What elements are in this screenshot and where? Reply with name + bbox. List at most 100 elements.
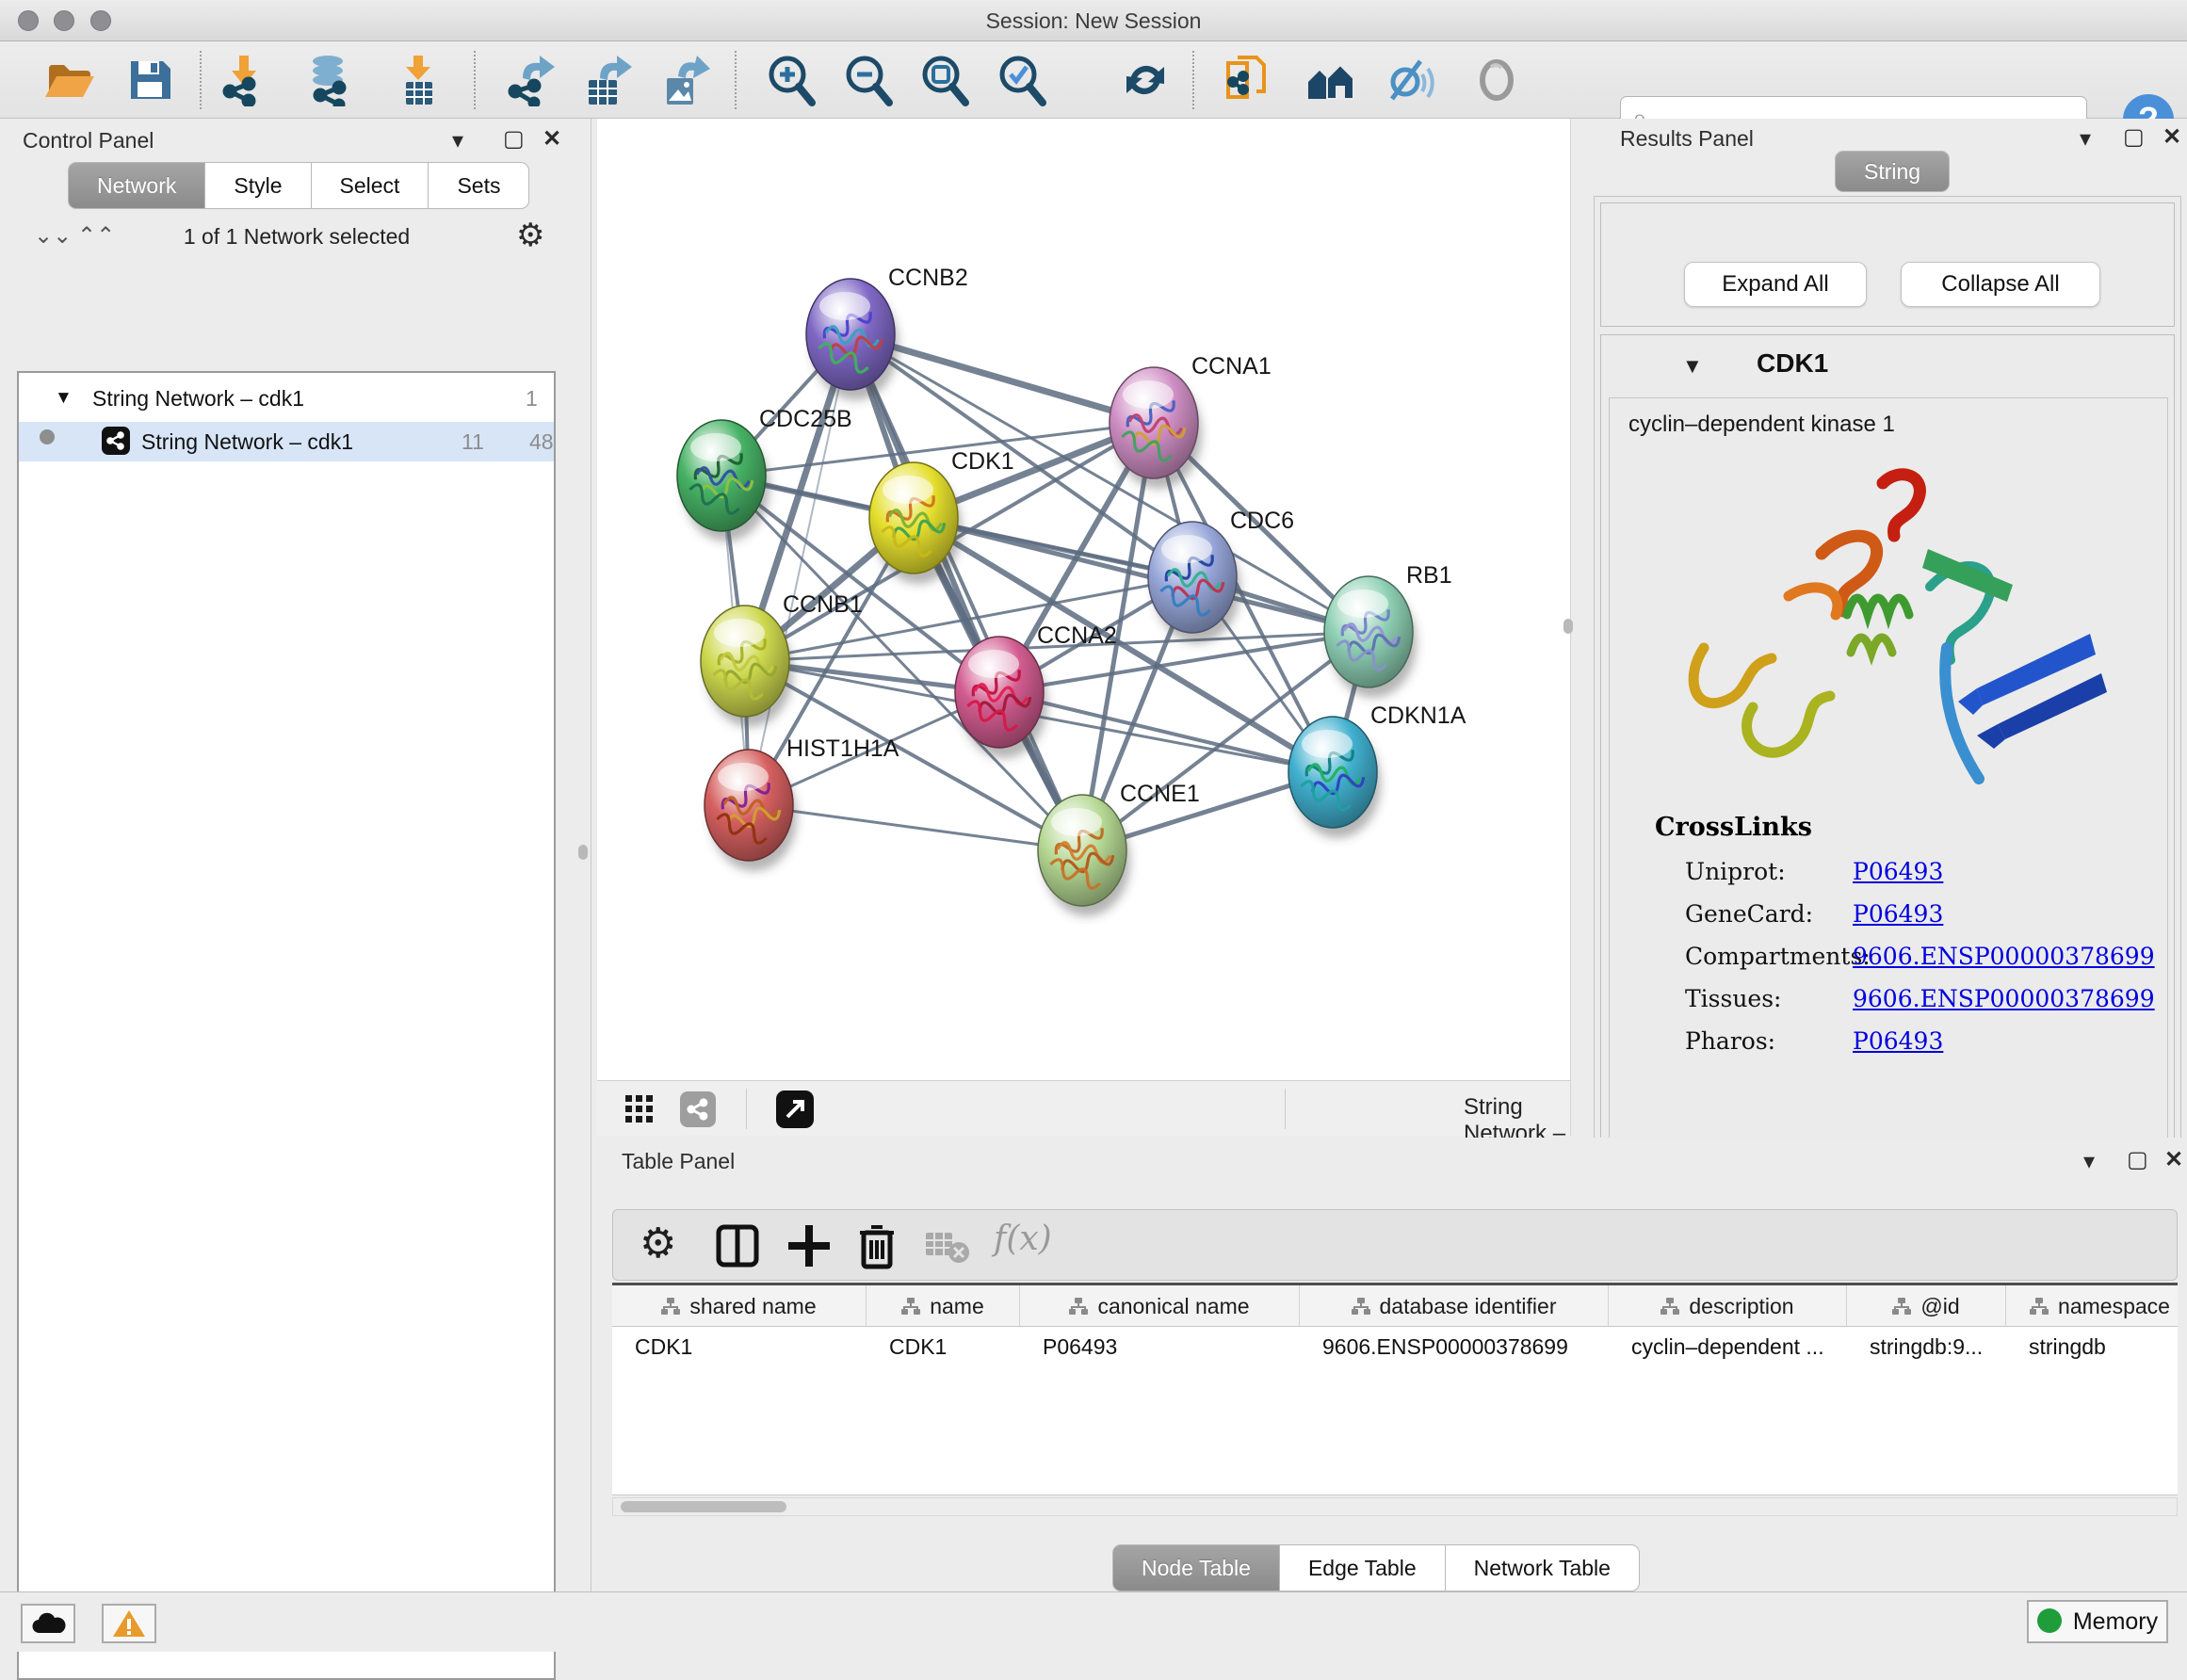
crosslink-link[interactable]: P06493 xyxy=(1853,1027,1943,1055)
node-label-CDKN1A[interactable]: CDKN1A xyxy=(1370,703,1466,729)
column-header-database-identifier[interactable]: database identifier xyxy=(1300,1285,1609,1327)
crosslink-link[interactable]: P06493 xyxy=(1853,858,1943,885)
float-panel-icon[interactable]: ▢ xyxy=(503,128,525,151)
import-network-icon[interactable] xyxy=(217,54,269,106)
collapse-all-icon[interactable]: ⌄⌄ xyxy=(34,222,72,250)
crosslink-link[interactable]: 9606.ENSP00000378699 xyxy=(1853,985,2155,1012)
export-image-icon[interactable] xyxy=(657,54,710,106)
cell-@id[interactable]: stringdb:9... xyxy=(1847,1327,2006,1366)
collection-expand-icon[interactable]: ▼ xyxy=(55,388,73,409)
crosslink-link[interactable]: 9606.ENSP00000378699 xyxy=(1853,943,2155,970)
tab-string[interactable]: String xyxy=(1835,151,1950,192)
minimize-window-icon[interactable] xyxy=(54,10,74,31)
crosslink-link[interactable]: P06493 xyxy=(1853,900,1943,928)
expand-all-button[interactable]: Expand All xyxy=(1684,262,1867,307)
cell-name[interactable]: CDK1 xyxy=(867,1327,1020,1366)
node-label-CDC6[interactable]: CDC6 xyxy=(1230,508,1294,534)
gene-detail-box: cyclin–dependent kinase 1 xyxy=(1609,397,2168,1141)
show-columns-icon[interactable] xyxy=(711,1220,764,1272)
close-panel-icon[interactable]: ✕ xyxy=(2164,1149,2183,1171)
string-home-icon[interactable] xyxy=(1304,54,1357,106)
export-network-icon[interactable] xyxy=(504,54,557,106)
refresh-view-icon[interactable] xyxy=(1119,54,1172,106)
table-settings-gear-icon[interactable]: ⚙ xyxy=(640,1220,692,1272)
node-label-CCNB2[interactable]: CCNB2 xyxy=(888,265,968,291)
node-label-CCNA2[interactable]: CCNA2 xyxy=(1037,622,1117,649)
import-network-from-database-icon[interactable] xyxy=(303,54,356,106)
vertical-splitter-handle[interactable] xyxy=(578,845,588,860)
import-table-icon[interactable] xyxy=(393,54,446,106)
float-panel-icon[interactable]: ▢ xyxy=(2123,126,2145,149)
detach-view-icon[interactable] xyxy=(776,1090,814,1128)
gear-icon[interactable]: ⚙ xyxy=(516,217,544,254)
column-header-name[interactable]: name xyxy=(867,1285,1020,1327)
network-canvas[interactable]: CCNB2 CCNA1 CDC25B CDK1 CDC6 RB1 CCNB1 CCNA2 CDK… xyxy=(597,119,1571,1080)
show-all-icon[interactable] xyxy=(1470,54,1523,106)
network-row[interactable]: String Network – cdk1 11 48 xyxy=(19,422,554,461)
network-collection-row[interactable]: ▼ String Network – cdk1 1 xyxy=(19,382,554,420)
function-builder-icon[interactable]: f(x) xyxy=(994,1220,1046,1272)
network-list: ▼ String Network – cdk1 1 String Network… xyxy=(17,371,556,1680)
zoom-fit-icon[interactable] xyxy=(918,54,971,106)
cell-shared-name[interactable]: CDK1 xyxy=(612,1327,867,1366)
node-label-CDK1[interactable]: CDK1 xyxy=(951,448,1014,475)
add-column-icon[interactable] xyxy=(783,1220,835,1272)
zoom-in-icon[interactable] xyxy=(765,54,818,106)
zoom-out-icon[interactable] xyxy=(842,54,895,106)
grid-view-icon[interactable] xyxy=(625,1095,654,1123)
close-window-icon[interactable] xyxy=(18,10,39,31)
delete-column-icon[interactable] xyxy=(850,1220,903,1272)
collapse-entry-icon[interactable]: ▼ xyxy=(1682,354,1703,379)
toolbar-separator xyxy=(1285,1089,1286,1129)
expand-all-icon[interactable]: ⌃⌃ xyxy=(77,222,115,250)
zoom-window-icon[interactable] xyxy=(90,10,111,31)
memory-button[interactable]: Memory xyxy=(2027,1600,2168,1643)
collapse-panel-icon[interactable]: ▾ xyxy=(2083,1151,2095,1173)
tab-sets[interactable]: Sets xyxy=(429,162,529,209)
column-header-shared-name[interactable]: shared name xyxy=(612,1285,867,1327)
save-session-icon[interactable] xyxy=(123,54,176,106)
column-header-canonical-name[interactable]: canonical name xyxy=(1020,1285,1300,1327)
node-label-CCNB1[interactable]: CCNB1 xyxy=(783,591,863,618)
float-panel-icon[interactable]: ▢ xyxy=(2127,1149,2148,1171)
cell-canonical-name[interactable]: P06493 xyxy=(1020,1327,1300,1366)
collapse-all-button[interactable]: Collapse All xyxy=(1901,262,2100,307)
share-document-icon[interactable] xyxy=(1223,54,1275,106)
close-panel-icon[interactable]: ✕ xyxy=(2163,126,2181,149)
warning-button[interactable] xyxy=(102,1604,156,1643)
cloud-button[interactable] xyxy=(21,1604,75,1643)
node-label-RB1[interactable]: RB1 xyxy=(1406,562,1452,589)
tab-network-table[interactable]: Network Table xyxy=(1446,1544,1640,1591)
column-header-description[interactable]: description xyxy=(1609,1285,1847,1327)
cell-namespace[interactable]: stringdb xyxy=(2006,1327,2178,1366)
cell-description[interactable]: cyclin–dependent ... xyxy=(1609,1327,1847,1366)
delete-table-icon[interactable] xyxy=(920,1220,973,1272)
column-header-namespace[interactable]: namespace xyxy=(2006,1285,2178,1327)
share-view-icon[interactable] xyxy=(680,1091,716,1127)
node-label-CCNE1[interactable]: CCNE1 xyxy=(1120,781,1200,807)
node-label-HIST1H1A[interactable]: HIST1H1A xyxy=(786,735,899,762)
crosslink-row: Pharos:P06493 xyxy=(1685,1027,2156,1070)
node-label-CDC25B[interactable]: CDC25B xyxy=(759,406,852,432)
node-label-CCNA1[interactable]: CCNA1 xyxy=(1191,353,1272,380)
zoom-selected-icon[interactable] xyxy=(996,54,1048,106)
scrollbar-thumb[interactable] xyxy=(621,1501,786,1512)
crosslink-row: Uniprot:P06493 xyxy=(1685,858,2156,900)
collapse-panel-icon[interactable]: ▾ xyxy=(452,130,463,153)
gene-entry-header[interactable]: ▼ CDK1 xyxy=(1601,335,2174,397)
close-panel-icon[interactable]: ✕ xyxy=(543,128,561,151)
table-row[interactable]: CDK1CDK1P064939606.ENSP00000378699cyclin… xyxy=(612,1327,2178,1366)
tab-select[interactable]: Select xyxy=(312,162,429,209)
tab-edge-table[interactable]: Edge Table xyxy=(1280,1544,1446,1591)
collapse-panel-icon[interactable]: ▾ xyxy=(2080,128,2091,151)
tab-network[interactable]: Network xyxy=(68,162,205,209)
hide-selected-icon[interactable] xyxy=(1385,54,1437,106)
cell-database-identifier[interactable]: 9606.ENSP00000378699 xyxy=(1300,1327,1609,1366)
export-table-icon[interactable] xyxy=(581,54,634,106)
vertical-splitter-handle[interactable] xyxy=(1563,619,1573,634)
table-horizontal-scrollbar[interactable] xyxy=(612,1497,2178,1516)
tab-node-table[interactable]: Node Table xyxy=(1112,1544,1280,1591)
column-header-@id[interactable]: @id xyxy=(1847,1285,2006,1327)
tab-style[interactable]: Style xyxy=(205,162,311,209)
open-session-icon[interactable] xyxy=(43,54,96,106)
